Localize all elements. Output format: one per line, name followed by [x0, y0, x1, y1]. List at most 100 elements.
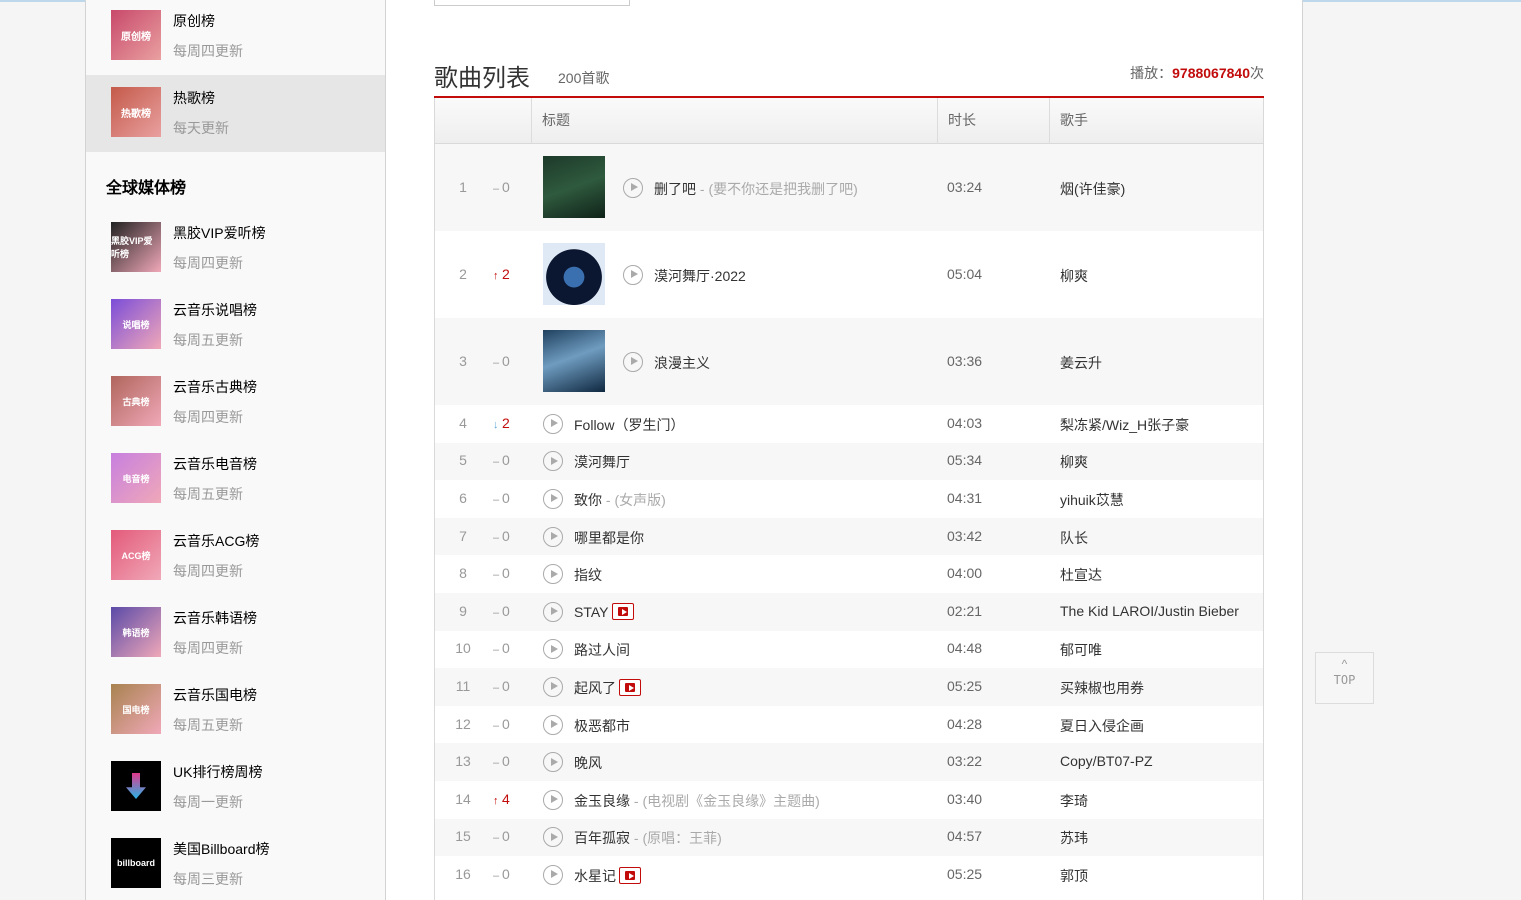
song-title[interactable]: 极恶都市	[574, 716, 630, 736]
sidebar-rank-item[interactable]: 古典榜 云音乐古典榜 每周四更新	[86, 364, 385, 441]
song-title[interactable]: STAY	[574, 602, 634, 620]
sidebar-rank-item[interactable]: billboard 美国Billboard榜 每周三更新	[86, 826, 385, 900]
song-title[interactable]: 删了吧 - (要不你还是把我删了吧)	[654, 179, 858, 199]
rank-cover-image[interactable]: billboard	[111, 838, 161, 888]
play-icon[interactable]	[543, 864, 563, 885]
song-artist[interactable]: 苏玮	[1060, 828, 1088, 848]
song-title[interactable]: 哪里都是你	[574, 528, 644, 548]
song-artist[interactable]: 柳爽	[1060, 266, 1088, 286]
sidebar-rank-item[interactable]: 电音榜 云音乐电音榜 每周五更新	[86, 441, 385, 518]
song-artist[interactable]: 梨冻紧/Wiz_H张子豪	[1060, 415, 1189, 435]
song-artist[interactable]: yihuik苡慧	[1060, 490, 1124, 510]
song-title[interactable]: 指纹	[574, 565, 602, 585]
play-icon[interactable]	[623, 264, 643, 285]
play-icon[interactable]	[543, 639, 563, 660]
song-title-text[interactable]: 金玉良缘	[574, 793, 630, 809]
rank-cover-image[interactable]: 电音榜	[111, 453, 161, 503]
song-title[interactable]: 百年孤寂 - (原唱：王菲)	[574, 828, 722, 848]
rank-cover-image[interactable]	[111, 761, 161, 811]
song-title[interactable]: 晚风	[574, 753, 602, 773]
album-cover[interactable]	[543, 330, 605, 392]
song-artist[interactable]: 买辣椒也用券	[1060, 678, 1144, 698]
play-icon[interactable]	[623, 177, 643, 198]
song-title-text[interactable]: 水星记	[574, 868, 616, 884]
song-title[interactable]: 漠河舞厅·2022	[654, 266, 746, 286]
song-title-text[interactable]: 致你	[574, 492, 602, 508]
song-artist[interactable]: 夏日入侵企画	[1060, 716, 1144, 736]
song-title-text[interactable]: 百年孤寂	[574, 830, 630, 846]
play-icon[interactable]	[543, 451, 563, 472]
play-icon[interactable]	[543, 601, 563, 622]
song-title-text[interactable]: 起风了	[574, 680, 616, 696]
song-title[interactable]: 路过人间	[574, 640, 630, 660]
play-icon[interactable]	[543, 526, 563, 547]
mv-icon[interactable]	[619, 866, 641, 884]
rank-name[interactable]: UK排行榜周榜	[173, 762, 262, 782]
sidebar-rank-item[interactable]: ACG榜 云音乐ACG榜 每周四更新	[86, 518, 385, 595]
song-title[interactable]: 漠河舞厅	[574, 452, 630, 472]
rank-name[interactable]: 云音乐国电榜	[173, 685, 257, 705]
song-title-text[interactable]: 晚风	[574, 755, 602, 771]
song-title-text[interactable]: 哪里都是你	[574, 530, 644, 546]
play-icon[interactable]	[623, 351, 643, 372]
song-title-text[interactable]: STAY	[574, 604, 609, 620]
song-title[interactable]: Follow（罗生门）	[574, 415, 684, 435]
search-box[interactable]	[434, 0, 630, 6]
song-artist[interactable]: 姜云升	[1060, 353, 1102, 373]
play-icon[interactable]	[543, 564, 563, 585]
play-icon[interactable]	[543, 676, 563, 697]
rank-cover-image[interactable]: 古典榜	[111, 376, 161, 426]
song-artist[interactable]: 柳爽	[1060, 452, 1088, 472]
back-to-top-button[interactable]: ^ TOP	[1315, 652, 1374, 704]
song-title[interactable]: 致你 - (女声版)	[574, 490, 666, 510]
rank-cover-image[interactable]: ACG榜	[111, 530, 161, 580]
song-title-text[interactable]: 极恶都市	[574, 718, 630, 734]
rank-name[interactable]: 云音乐古典榜	[173, 377, 257, 397]
play-icon[interactable]	[543, 827, 563, 848]
rank-name[interactable]: 美国Billboard榜	[173, 839, 269, 859]
song-title-text[interactable]: 指纹	[574, 567, 602, 583]
rank-name[interactable]: 热歌榜	[173, 88, 215, 108]
song-title-text[interactable]: 删了吧	[654, 181, 696, 197]
song-artist[interactable]: The Kid LAROI/Justin Bieber	[1060, 603, 1239, 619]
rank-name[interactable]: 云音乐ACG榜	[173, 531, 259, 551]
song-title[interactable]: 浪漫主义	[654, 353, 710, 373]
rank-cover-image[interactable]: 国电榜	[111, 684, 161, 734]
sidebar-rank-item[interactable]: 热歌榜 热歌榜 每天更新	[86, 75, 385, 152]
song-artist[interactable]: 郭顶	[1060, 866, 1088, 886]
song-artist[interactable]: 烟(许佳豪)	[1060, 179, 1125, 199]
album-cover[interactable]	[543, 243, 605, 305]
play-icon[interactable]	[543, 488, 563, 509]
play-icon[interactable]	[543, 789, 563, 810]
song-title-text[interactable]: 路过人间	[574, 642, 630, 658]
song-artist[interactable]: Copy/BT07-PZ	[1060, 753, 1153, 769]
rank-name[interactable]: 云音乐电音榜	[173, 454, 257, 474]
rank-name[interactable]: 黑胶VIP爱听榜	[173, 223, 266, 243]
sidebar-rank-item[interactable]: 韩语榜 云音乐韩语榜 每周四更新	[86, 595, 385, 672]
sidebar-rank-item[interactable]: UK排行榜周榜 每周一更新	[86, 749, 385, 826]
sidebar-rank-item[interactable]: 原创榜 原创榜 每周四更新	[86, 0, 385, 75]
song-artist[interactable]: 队长	[1060, 528, 1088, 548]
song-title[interactable]: 起风了	[574, 678, 641, 698]
song-title-text[interactable]: 漠河舞厅·2022	[654, 268, 746, 284]
sidebar-rank-item[interactable]: 国电榜 云音乐国电榜 每周五更新	[86, 672, 385, 749]
play-icon[interactable]	[543, 413, 563, 434]
sidebar-rank-item[interactable]: 黑胶VIP爱听榜 黑胶VIP爱听榜 每周四更新	[86, 210, 385, 287]
play-icon[interactable]	[543, 752, 563, 773]
song-title-text[interactable]: 漠河舞厅	[574, 454, 630, 470]
song-title[interactable]: 水星记	[574, 866, 641, 886]
rank-cover-image[interactable]: 韩语榜	[111, 607, 161, 657]
mv-icon[interactable]	[619, 678, 641, 696]
song-title-text[interactable]: 浪漫主义	[654, 355, 710, 371]
rank-cover-image[interactable]: 热歌榜	[111, 87, 161, 137]
rank-name[interactable]: 云音乐说唱榜	[173, 300, 257, 320]
song-title-text[interactable]: Follow（罗生门）	[574, 417, 684, 433]
sidebar-rank-item[interactable]: 说唱榜 云音乐说唱榜 每周五更新	[86, 287, 385, 364]
song-title[interactable]: 金玉良缘 - (电视剧《金玉良缘》主题曲)	[574, 791, 820, 811]
rank-cover-image[interactable]: 黑胶VIP爱听榜	[111, 222, 161, 272]
rank-cover-image[interactable]: 说唱榜	[111, 299, 161, 349]
play-icon[interactable]	[543, 714, 563, 735]
mv-icon[interactable]	[611, 602, 634, 620]
rank-name[interactable]: 原创榜	[173, 11, 215, 31]
song-artist[interactable]: 杜宣达	[1060, 565, 1102, 585]
